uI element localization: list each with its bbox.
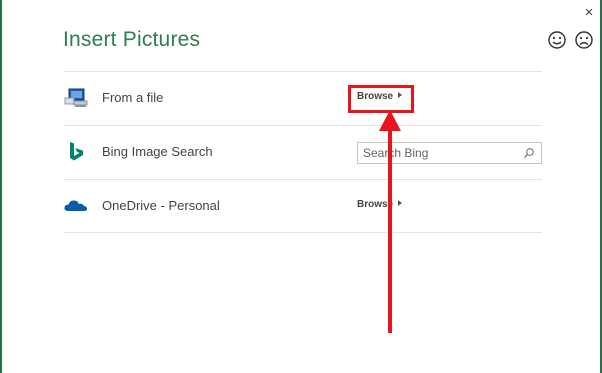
source-label-from-file: From a file [102, 90, 164, 105]
browse-file-button[interactable]: Browse [357, 91, 403, 102]
bing-icon [70, 142, 83, 161]
caret-right-icon [398, 92, 403, 98]
frowning-face-icon[interactable] [574, 30, 594, 50]
caret-right-icon [398, 200, 403, 206]
browse-onedrive-label: Browse [357, 199, 394, 210]
smiley-face-icon[interactable] [547, 30, 567, 50]
search-icon[interactable] [523, 147, 535, 159]
close-button[interactable]: × [582, 5, 596, 21]
browse-file-label: Browse [357, 91, 394, 102]
insert-pictures-dialog: × Insert Pictures From a file Browse Bin… [0, 0, 602, 373]
onedrive-cloud-icon [64, 200, 88, 211]
source-label-bing: Bing Image Search [102, 144, 213, 159]
search-bing-input[interactable] [358, 143, 523, 163]
source-row-from-file: From a file Browse [64, 71, 542, 125]
source-row-bing: Bing Image Search [64, 125, 542, 179]
computer-icon [64, 88, 88, 107]
source-label-onedrive: OneDrive - Personal [102, 198, 220, 213]
dialog-title: Insert Pictures [63, 28, 201, 51]
bing-search-box [357, 142, 542, 164]
browse-onedrive-button[interactable]: Browse [357, 199, 403, 210]
source-row-onedrive: OneDrive - Personal Browse [64, 179, 542, 233]
